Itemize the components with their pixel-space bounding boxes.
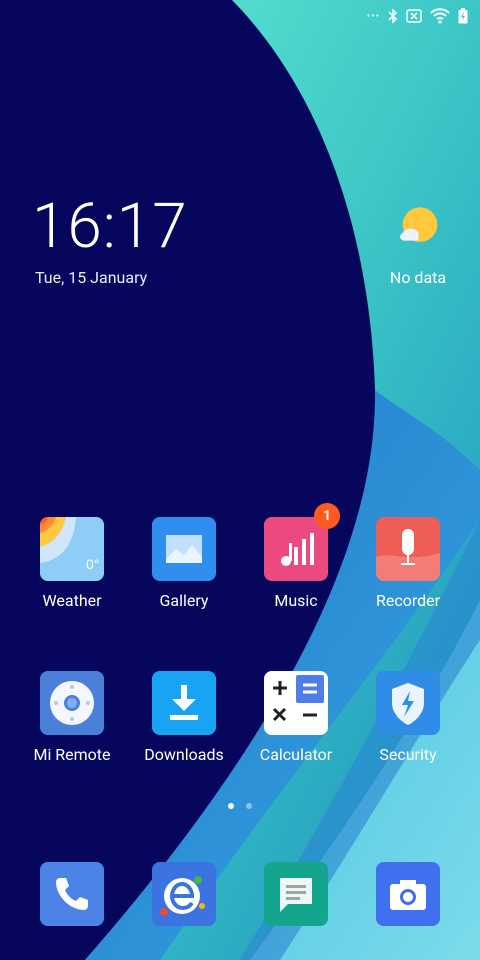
messaging-icon <box>264 862 328 926</box>
wifi-icon <box>430 8 450 24</box>
page-dot-inactive <box>246 803 252 809</box>
music-app-icon <box>264 517 328 581</box>
clock-time[interactable]: 16:17 <box>32 196 188 258</box>
gallery-app-icon <box>152 517 216 581</box>
app-label: Mi Remote <box>33 745 111 764</box>
calculator-app-icon <box>264 671 328 735</box>
app-label: Gallery <box>159 591 209 610</box>
page-dot-active <box>228 803 234 809</box>
battery-charging-icon <box>458 8 468 24</box>
app-weather[interactable]: 0° Weather <box>22 517 122 609</box>
app-downloads[interactable]: Downloads <box>134 671 234 763</box>
app-label: Downloads <box>144 745 224 764</box>
app-security[interactable]: Security <box>358 671 458 763</box>
app-label: Calculator <box>259 745 333 764</box>
page-indicator[interactable] <box>0 803 480 809</box>
recorder-app-icon <box>376 517 440 581</box>
security-app-icon <box>376 671 440 735</box>
app-label: Recorder <box>375 591 441 610</box>
weather-app-icon: 0° <box>40 517 104 581</box>
no-sim-icon <box>406 9 422 23</box>
mi-remote-app-icon <box>40 671 104 735</box>
app-calculator[interactable]: Calculator <box>246 671 346 763</box>
dock-messaging[interactable] <box>246 862 346 926</box>
app-label: Music <box>274 591 318 610</box>
browser-icon <box>152 862 216 926</box>
weather-temp-text: 0° <box>86 556 99 572</box>
more-notifications-icon: ••• <box>366 10 380 22</box>
wallpaper <box>0 0 480 960</box>
app-mi-remote[interactable]: Mi Remote <box>22 671 122 763</box>
weather-status[interactable]: No data <box>382 268 454 287</box>
dock-browser[interactable] <box>134 862 234 926</box>
weather-sun-cloud-icon[interactable] <box>384 206 456 266</box>
app-label: Weather <box>42 591 102 610</box>
bluetooth-icon <box>388 8 398 24</box>
camera-icon <box>376 862 440 926</box>
clock-date[interactable]: Tue, 15 January <box>35 268 147 287</box>
dock-phone[interactable] <box>22 862 122 926</box>
app-gallery[interactable]: Gallery <box>134 517 234 609</box>
app-music[interactable]: Music 1 <box>246 503 346 610</box>
dock-camera[interactable] <box>358 862 458 926</box>
app-label: Security <box>379 745 437 764</box>
status-bar: ••• <box>0 0 480 34</box>
notification-badge: 1 <box>314 503 340 529</box>
downloads-app-icon <box>152 671 216 735</box>
phone-icon <box>40 862 104 926</box>
app-recorder[interactable]: Recorder <box>358 517 458 609</box>
